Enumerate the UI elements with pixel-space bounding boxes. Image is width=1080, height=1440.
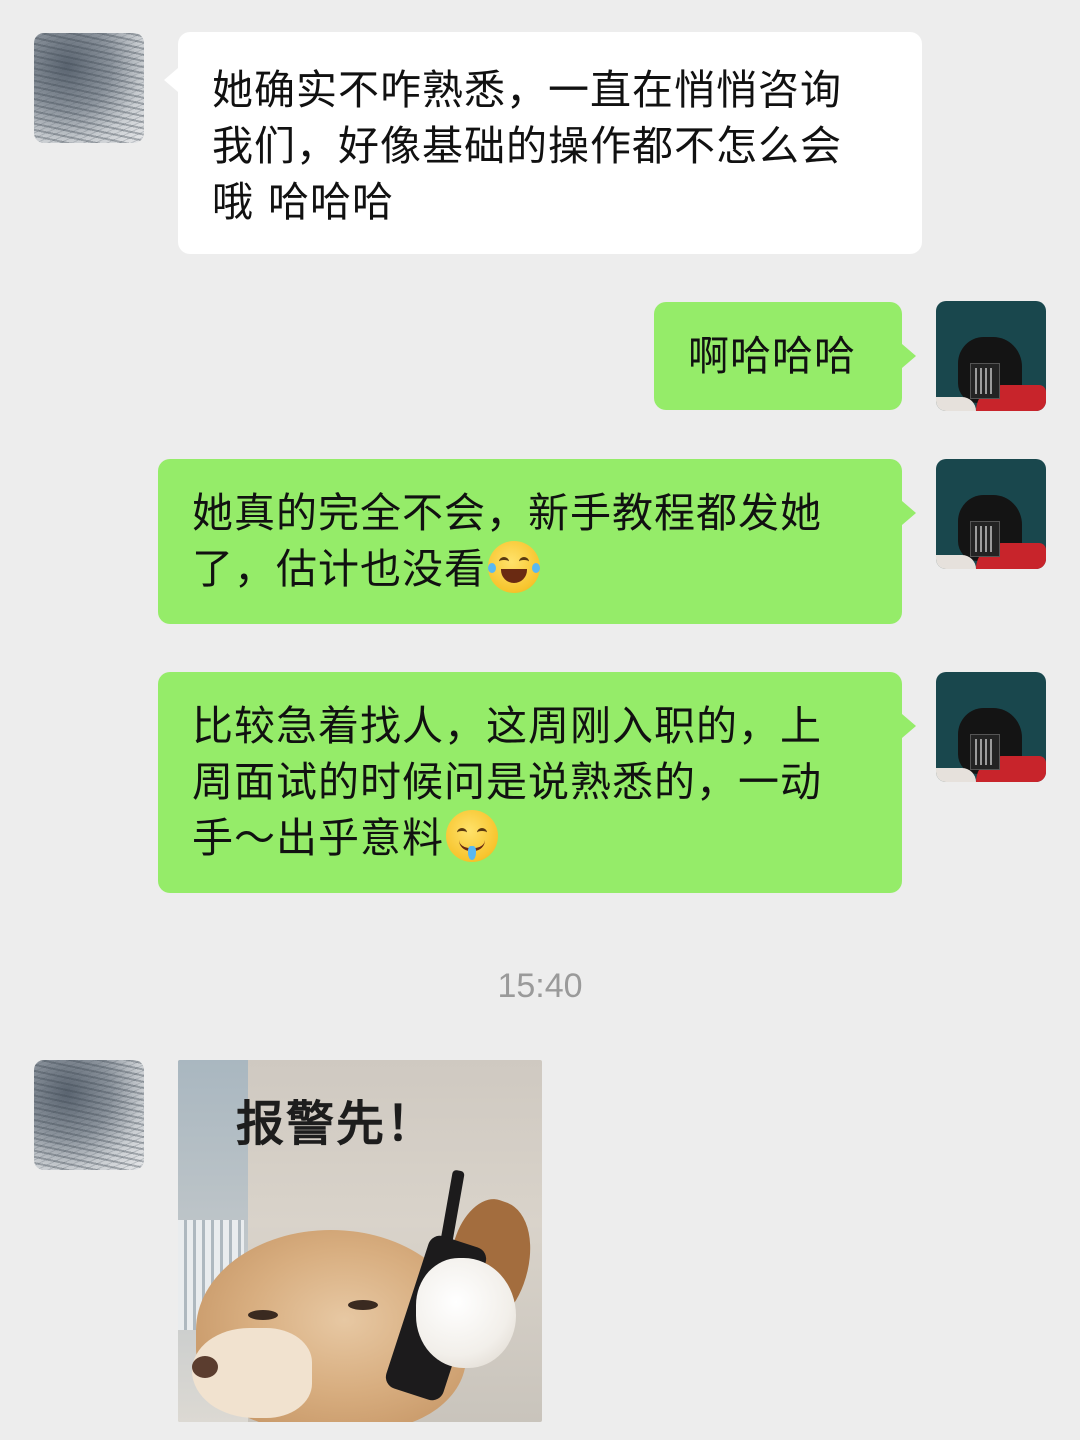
message-text-line: 我们，好像基础的操作都不怎么会 bbox=[212, 122, 842, 170]
sticker-image[interactable]: 报警先！ bbox=[178, 1060, 542, 1422]
drooling-face-emoji-icon bbox=[446, 810, 498, 862]
message-bubble-received[interactable]: 她确实不咋熟悉，一直在悄悄咨询 我们，好像基础的操作都不怎么会 哦 哈哈哈 bbox=[164, 32, 922, 254]
message-text-line: 比较急着找人，这周刚入职的，上 bbox=[192, 702, 822, 750]
message-text-line: 哦 哈哈哈 bbox=[212, 178, 395, 226]
message-text: 手～出乎意料 bbox=[192, 814, 444, 862]
message-text-line: 了，估计也没看 bbox=[192, 541, 868, 597]
self-avatar[interactable] bbox=[936, 459, 1046, 569]
message-bubble-sent[interactable]: 啊哈哈哈 bbox=[654, 302, 916, 410]
self-avatar[interactable] bbox=[936, 301, 1046, 411]
message-text-line: 手～出乎意料 bbox=[192, 810, 868, 866]
tears-of-joy-emoji-icon bbox=[488, 541, 540, 593]
chat-window: 她确实不咋熟悉，一直在悄悄咨询 我们，好像基础的操作都不怎么会 哦 哈哈哈 啊哈… bbox=[0, 0, 1080, 1440]
redaction-scribble bbox=[34, 33, 144, 143]
self-avatar[interactable] bbox=[936, 672, 1046, 782]
message-text: 了，估计也没看 bbox=[192, 545, 486, 593]
message-bubble-sent[interactable]: 她真的完全不会，新手教程都发她 了，估计也没看 bbox=[158, 459, 916, 624]
message-text-line: 周面试的时候问是说熟悉的，一动 bbox=[192, 758, 822, 806]
message-text-line: 她真的完全不会，新手教程都发她 bbox=[192, 489, 822, 537]
contact-avatar[interactable] bbox=[34, 33, 144, 143]
message-text-line: 啊哈哈哈 bbox=[688, 332, 856, 380]
message-bubble-sent[interactable]: 比较急着找人，这周刚入职的，上 周面试的时候问是说熟悉的，一动 手～出乎意料 bbox=[158, 672, 916, 893]
sticker-caption: 报警先！ bbox=[236, 1096, 437, 1152]
contact-avatar[interactable] bbox=[34, 1060, 144, 1170]
message-text-line: 她确实不咋熟悉，一直在悄悄咨询 bbox=[212, 66, 842, 114]
redaction-scribble bbox=[34, 1060, 144, 1170]
message-timestamp: 15:40 bbox=[497, 967, 583, 1005]
